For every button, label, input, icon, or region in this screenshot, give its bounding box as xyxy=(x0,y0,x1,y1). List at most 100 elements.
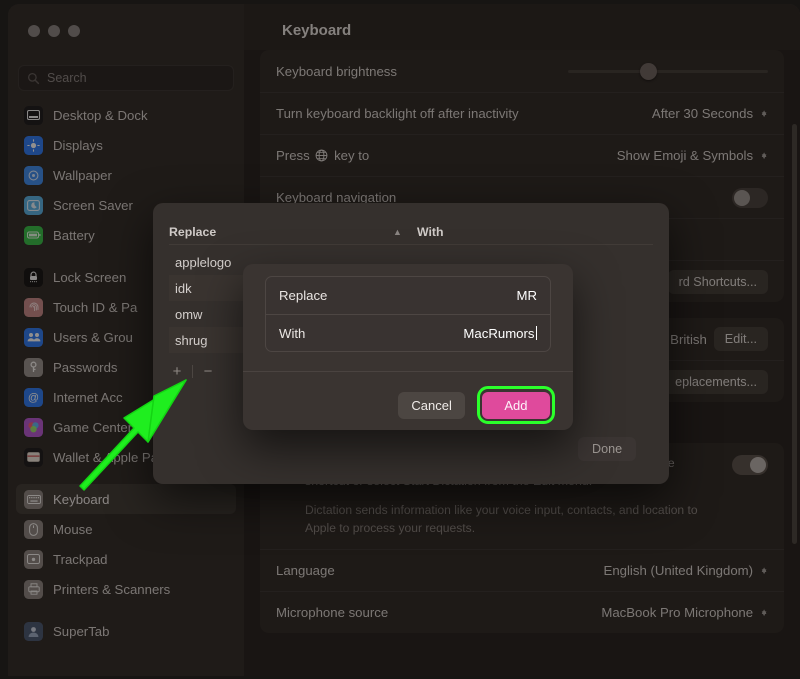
column-header-with[interactable]: With xyxy=(417,225,444,239)
sidebar-item-label: Keyboard xyxy=(53,491,110,507)
dictation-privacy-note: Dictation sends information like your vo… xyxy=(305,502,698,535)
dialog-fields: Replace MR With MacRumors xyxy=(265,276,551,352)
popup-value: English (United Kingdom) xyxy=(603,563,754,579)
slider-thumb[interactable] xyxy=(640,62,657,80)
row-replace-value: shrug xyxy=(175,332,208,348)
search-placeholder: Search xyxy=(47,71,87,85)
microphone-source-popup[interactable]: MacBook Pro Microphone ▲ ▼ xyxy=(601,605,768,620)
done-button[interactable]: Done xyxy=(578,437,637,461)
users-groups-icon xyxy=(24,327,43,347)
sidebar-item-supertab[interactable]: SuperTab xyxy=(16,616,236,646)
pane-header: Keyboard xyxy=(244,4,800,50)
page-title: Keyboard xyxy=(282,22,352,39)
sidebar-item-mouse[interactable]: Mouse xyxy=(16,514,236,544)
sidebar-item-trackpad[interactable]: Trackpad xyxy=(16,544,236,574)
chevron-updown-icon: ▲ ▼ xyxy=(760,149,768,161)
add-button-highlight: Add xyxy=(476,386,555,424)
system-settings-window: Search Desktop & Dock Displays Wallpaper… xyxy=(8,4,800,676)
dialog-separator xyxy=(243,371,573,372)
backlight-popup[interactable]: After 30 Seconds ▲ ▼ xyxy=(652,106,768,121)
add-button[interactable]: Add xyxy=(482,391,550,419)
cancel-button[interactable]: Cancel xyxy=(398,391,465,419)
zoom-button[interactable] xyxy=(68,25,80,37)
sidebar-item-label: SuperTab xyxy=(53,623,110,639)
column-header-replace[interactable]: Replace xyxy=(169,225,391,239)
globe-icon xyxy=(315,149,328,162)
input-source-value-wrap: British Edit... xyxy=(670,327,768,351)
dictation-toggle[interactable] xyxy=(732,455,768,475)
sidebar-item-label: Desktop & Dock xyxy=(53,107,148,123)
popup-value: Show Emoji & Symbols xyxy=(616,148,754,163)
search-field[interactable]: Search xyxy=(18,65,234,91)
mouse-icon xyxy=(24,519,43,539)
sidebar-item-label: Trackpad xyxy=(53,551,108,567)
input-source-value: British xyxy=(670,331,707,347)
with-input[interactable]: MacRumors xyxy=(463,326,534,341)
text-replacements-button[interactable]: eplacements... xyxy=(664,369,768,394)
sidebar-item-desktop-dock[interactable]: Desktop & Dock xyxy=(16,100,236,130)
field-label-with: With xyxy=(279,325,306,341)
globe-label-pre: Press xyxy=(276,148,310,163)
keyboard-brightness-slider[interactable] xyxy=(568,62,768,80)
row-label: Keyboard brightness xyxy=(276,63,397,79)
row-replace-value: applelogo xyxy=(175,254,232,270)
vertical-scrollbar[interactable] xyxy=(792,124,797,544)
chevron-updown-icon: ▲ ▼ xyxy=(760,564,768,576)
sidebar-divider xyxy=(8,604,244,616)
row-label: Language xyxy=(276,563,335,579)
language-popup[interactable]: English (United Kingdom) ▲ ▼ xyxy=(604,563,768,578)
screen-saver-icon xyxy=(24,195,43,215)
popup-value: MacBook Pro Microphone xyxy=(601,605,754,621)
annotation-arrow xyxy=(79,379,187,491)
field-label-replace: Replace xyxy=(279,288,328,303)
keyboard-icon xyxy=(24,489,43,509)
sidebar-item-printers-scanners[interactable]: Printers & Scanners xyxy=(16,574,236,604)
passwords-icon xyxy=(24,357,43,377)
field-with[interactable]: With MacRumors xyxy=(266,314,550,351)
slider-track xyxy=(568,69,768,73)
row-dictation-language: Language English (United Kingdom) ▲ ▼ xyxy=(260,549,784,591)
printers-scanners-icon xyxy=(24,579,43,599)
row-label: Press key to xyxy=(276,148,369,163)
toggle-knob xyxy=(750,457,766,473)
supertab-icon xyxy=(24,621,43,641)
sidebar-item-label: Printers & Scanners xyxy=(53,581,171,597)
toggle-knob xyxy=(734,189,750,206)
row-replace-value: omw xyxy=(175,306,203,322)
globe-label-post: key to xyxy=(334,148,370,163)
window-traffic-lights xyxy=(28,25,80,37)
row-microphone-source: Microphone source MacBook Pro Microphone… xyxy=(260,591,784,633)
displays-icon xyxy=(24,135,43,155)
sidebar-item-label: Touch ID & Pa xyxy=(53,299,138,315)
minimize-button[interactable] xyxy=(48,25,60,37)
sidebar-item-displays[interactable]: Displays xyxy=(16,130,236,160)
keyboard-shortcuts-button[interactable]: rd Shortcuts... xyxy=(667,269,768,294)
internet-accounts-icon: @ xyxy=(24,387,43,407)
chevron-up-icon: ▲ xyxy=(393,226,402,237)
row-keyboard-brightness: Keyboard brightness xyxy=(260,50,784,92)
with-input-wrap[interactable]: MacRumors xyxy=(463,325,537,341)
row-replace-value: idk xyxy=(175,280,192,296)
globe-key-popup[interactable]: Show Emoji & Symbols ▲ ▼ xyxy=(617,148,768,163)
sidebar-item-label: Lock Screen xyxy=(53,269,127,285)
row-globe-key: Press key to Show Emoji & Symbols ▲ ▼ xyxy=(260,134,784,176)
sidebar-item-wallpaper[interactable]: Wallpaper xyxy=(16,160,236,190)
close-button[interactable] xyxy=(28,25,40,37)
desktop-dock-icon xyxy=(24,105,43,125)
trackpad-icon xyxy=(24,549,43,569)
screenshot-root: Search Desktop & Dock Displays Wallpaper… xyxy=(0,0,800,679)
replace-input[interactable]: MR xyxy=(516,288,537,303)
text-caret xyxy=(535,325,537,340)
wallet-apple-pay-icon xyxy=(24,447,43,467)
search-icon xyxy=(27,72,40,84)
chevron-updown-icon: ▲ ▼ xyxy=(760,606,768,618)
field-replace[interactable]: Replace MR xyxy=(266,277,550,314)
row-label: Turn keyboard backlight off after inacti… xyxy=(276,106,519,121)
replacement-table-header: Replace ▲ With xyxy=(169,219,653,245)
battery-icon xyxy=(24,225,43,245)
popup-value: After 30 Seconds xyxy=(651,106,754,121)
edit-button[interactable]: Edit... xyxy=(713,327,768,351)
sidebar-item-label: Displays xyxy=(53,137,103,153)
keyboard-navigation-toggle[interactable] xyxy=(732,187,768,208)
sidebar-item-label: Screen Saver xyxy=(53,197,133,213)
